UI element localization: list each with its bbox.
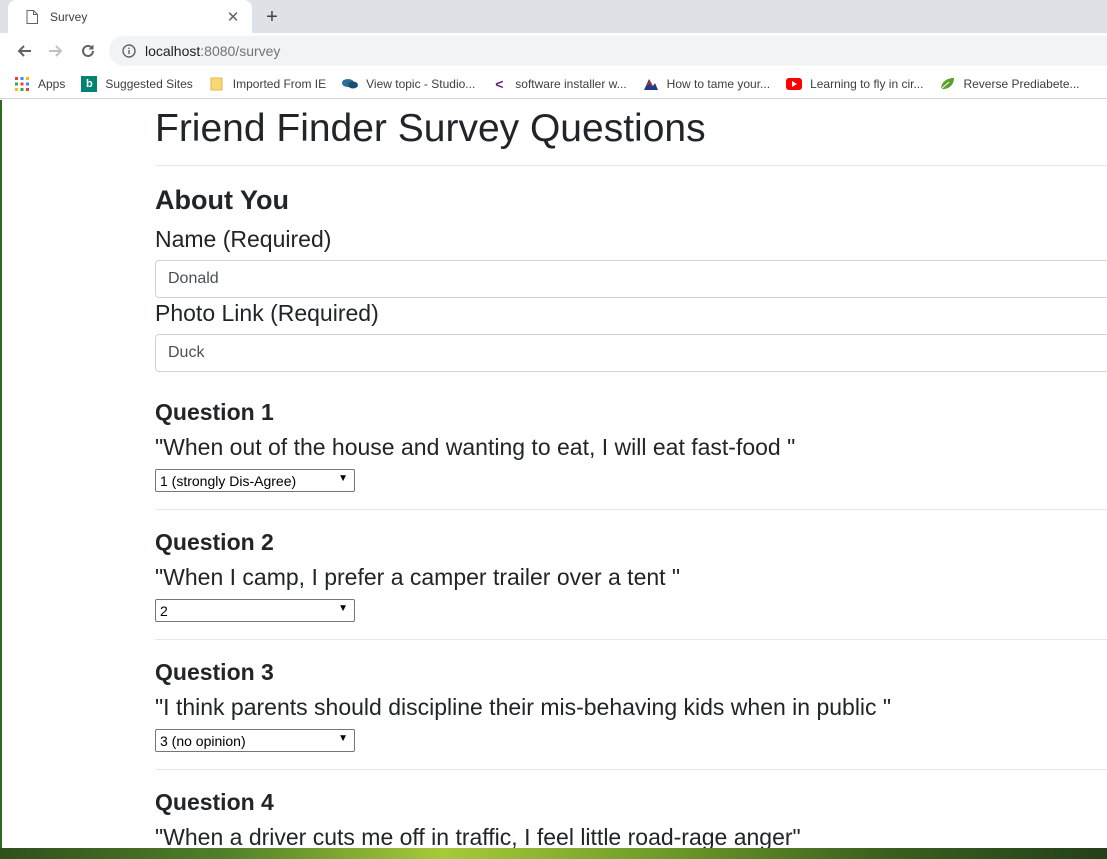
page-title: Friend Finder Survey Questions bbox=[155, 107, 706, 150]
url-path: :8080/survey bbox=[200, 43, 281, 59]
question-3-text: "I think parents should discipline their… bbox=[155, 694, 892, 720]
apps-grid-icon bbox=[14, 76, 30, 92]
page-viewport: Friend Finder Survey Questions About You… bbox=[0, 100, 1107, 848]
question-2-heading: Question 2 bbox=[155, 529, 274, 555]
bookmark-how-to-tame[interactable]: How to tame your... bbox=[643, 76, 770, 92]
question-2-selected: 2 bbox=[160, 602, 168, 619]
bookmark-learning-to-fly[interactable]: Learning to fly in cir... bbox=[786, 76, 923, 92]
question-1-selected: 1 (strongly Dis-Agree) bbox=[160, 472, 297, 489]
bookmark-apps[interactable]: Apps bbox=[14, 76, 65, 92]
bookmark-label: View topic - Studio... bbox=[366, 76, 476, 91]
bookmark-label: Reverse Prediabete... bbox=[963, 76, 1080, 91]
youtube-icon bbox=[786, 76, 803, 92]
desktop-background-strip bbox=[0, 848, 1107, 859]
photo-link-field[interactable]: Duck bbox=[155, 334, 1107, 372]
bookmark-label: Imported From IE bbox=[232, 76, 327, 91]
bookmark-view-topic[interactable]: View topic - Studio... bbox=[342, 76, 475, 92]
info-icon[interactable] bbox=[121, 43, 137, 59]
question-2-select[interactable]: 2 ▼ bbox=[155, 599, 355, 622]
address-bar[interactable]: localhost:8080/survey bbox=[109, 36, 1107, 66]
bookmark-label: How to tame your... bbox=[666, 76, 771, 91]
new-tab-icon[interactable]: + bbox=[260, 5, 284, 29]
back-icon[interactable] bbox=[8, 35, 40, 67]
folder-icon bbox=[209, 76, 225, 92]
divider bbox=[155, 639, 1107, 640]
divider bbox=[155, 165, 1107, 166]
tab-strip: Survey ✕ + bbox=[0, 0, 1107, 33]
close-icon[interactable]: ✕ bbox=[224, 8, 242, 26]
divider bbox=[155, 769, 1107, 770]
bookmarks-bar: Apps b Suggested Sites Imported From IE … bbox=[0, 69, 1107, 99]
question-3-selected: 3 (no opinion) bbox=[160, 732, 246, 749]
dropdown-arrow-icon: ▼ bbox=[338, 603, 348, 614]
bookmark-reverse-prediabetes[interactable]: Reverse Prediabete... bbox=[939, 76, 1080, 92]
reload-icon[interactable] bbox=[72, 35, 104, 67]
question-1-text: "When out of the house and wanting to ea… bbox=[155, 434, 796, 460]
question-3-heading: Question 3 bbox=[155, 659, 274, 685]
url-host: localhost bbox=[145, 43, 201, 59]
bookmark-label: software installer w... bbox=[515, 76, 627, 91]
browser-toolbar: localhost:8080/survey bbox=[0, 33, 1107, 69]
forum-icon bbox=[342, 76, 359, 92]
name-field[interactable]: Donald bbox=[155, 260, 1107, 298]
bookmark-suggested-sites[interactable]: b Suggested Sites bbox=[81, 75, 193, 92]
page-icon bbox=[24, 9, 40, 25]
question-3-select[interactable]: 3 (no opinion) ▼ bbox=[155, 729, 355, 752]
bookmark-imported-from-ie[interactable]: Imported From IE bbox=[209, 76, 326, 92]
forward-icon[interactable] bbox=[40, 35, 72, 67]
question-2-text: "When I camp, I prefer a camper trailer … bbox=[155, 564, 681, 590]
about-you-heading: About You bbox=[155, 185, 289, 215]
question-1-heading: Question 1 bbox=[155, 399, 274, 425]
tab-title: Survey bbox=[50, 9, 88, 24]
bookmark-software-installer[interactable]: < software installer w... bbox=[491, 76, 626, 92]
background-edge bbox=[0, 100, 2, 848]
vs-icon: < bbox=[495, 75, 504, 92]
divider bbox=[155, 509, 1107, 510]
dropdown-arrow-icon: ▼ bbox=[338, 473, 348, 484]
name-label: Name (Required) bbox=[155, 226, 332, 252]
bookmark-label: Learning to fly in cir... bbox=[810, 76, 924, 91]
question-4-heading: Question 4 bbox=[155, 789, 274, 815]
url-text: localhost:8080/survey bbox=[145, 43, 280, 59]
site-icon bbox=[643, 76, 659, 92]
bookmark-label: Suggested Sites bbox=[105, 76, 193, 91]
question-4-text: "When a driver cuts me off in traffic, I… bbox=[155, 824, 801, 848]
bookmark-label: Apps bbox=[38, 76, 66, 91]
dropdown-arrow-icon: ▼ bbox=[338, 733, 348, 744]
photo-link-label: Photo Link (Required) bbox=[155, 300, 379, 326]
leaf-icon bbox=[939, 76, 955, 92]
question-1-select[interactable]: 1 (strongly Dis-Agree) ▼ bbox=[155, 469, 355, 492]
bing-icon: b bbox=[81, 75, 98, 92]
tab-survey[interactable]: Survey ✕ bbox=[8, 0, 252, 33]
